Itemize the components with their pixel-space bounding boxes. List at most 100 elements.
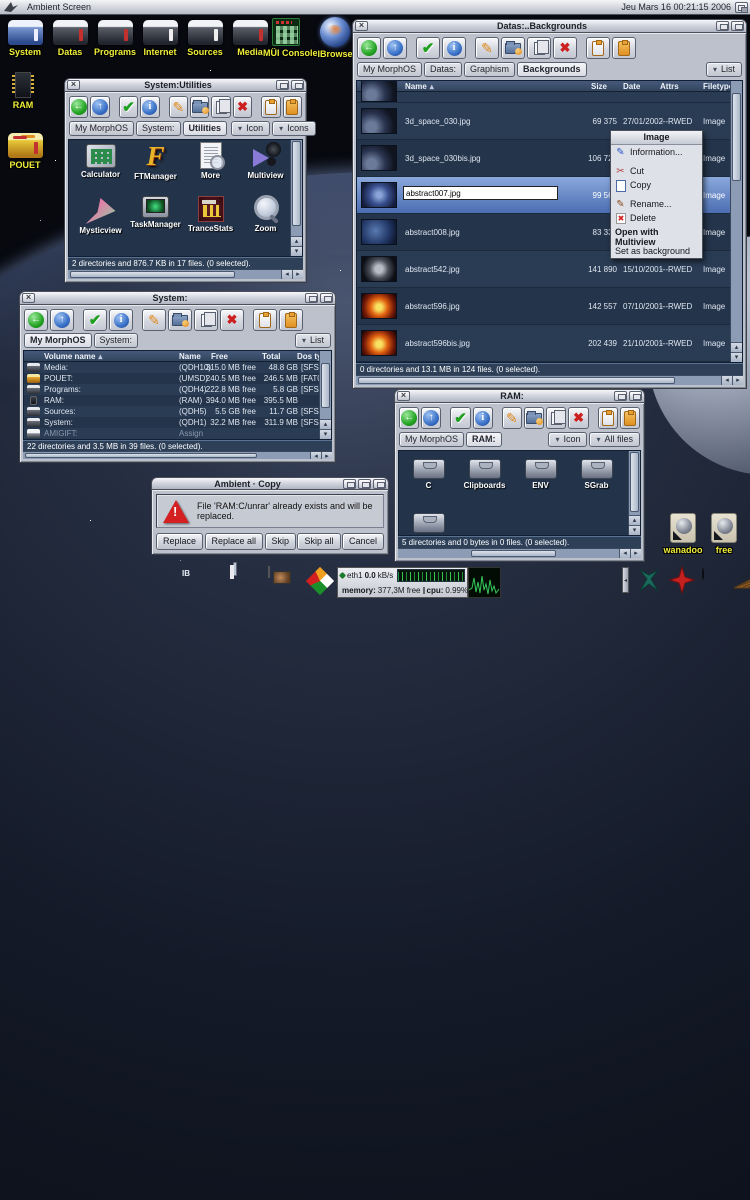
info-button[interactable] (442, 37, 466, 59)
desktop-icon-free[interactable]: free (701, 513, 747, 555)
delete-button[interactable] (568, 407, 589, 429)
select-button[interactable] (118, 96, 139, 118)
rename-button[interactable] (501, 407, 523, 429)
skip-button[interactable]: Skip (264, 533, 297, 550)
table-row[interactable]: abstract596bis.jpg 202 439 21/10/2001 ---RW… (357, 325, 742, 362)
iconify-button[interactable] (716, 21, 729, 31)
desktop-icon-wanadoo[interactable]: wanadoo (660, 513, 706, 555)
path-root[interactable]: My MorphOS (357, 62, 423, 77)
path-volume[interactable]: Datas: (424, 62, 463, 77)
back-button[interactable] (24, 309, 48, 331)
menu-item-cut[interactable]: Cut (611, 164, 702, 178)
quake-dock-icon[interactable] (636, 566, 662, 594)
iconify-button[interactable] (358, 478, 371, 489)
vertical-scrollbar[interactable] (730, 81, 742, 362)
file-icon-calculator[interactable]: Calculator (73, 144, 128, 179)
info-button[interactable] (140, 96, 160, 118)
clipboard-paste-button[interactable] (279, 309, 303, 331)
ibrowse-dock-icon[interactable] (192, 567, 222, 597)
up-button[interactable] (383, 37, 407, 59)
desktop-icon-internet[interactable]: Internet (137, 20, 183, 57)
column-total[interactable]: Total (262, 352, 281, 361)
iconify-button[interactable] (305, 293, 318, 303)
path-current[interactable]: Utilities (182, 121, 228, 136)
menu-item-information[interactable]: Information... (611, 145, 702, 159)
column-filetype[interactable]: Filetype (703, 82, 733, 91)
titlebar[interactable]: System:Utilities (64, 78, 307, 92)
select-button[interactable] (450, 407, 471, 429)
iconify-button[interactable] (276, 80, 289, 90)
pictures-dock-icon[interactable] (230, 565, 260, 597)
titlebar[interactable]: Ambient · Copy (151, 477, 389, 490)
column-name[interactable]: Name (405, 82, 434, 91)
up-button[interactable] (421, 407, 442, 429)
table-row-partial[interactable] (357, 81, 742, 103)
folder-icon-sgrab[interactable]: SGrab (569, 459, 624, 490)
file-icon-multiview[interactable]: Multiview (238, 142, 293, 180)
folder-icon-clipboards[interactable]: Clipboards (457, 459, 512, 490)
horizontal-scrollbar[interactable] (356, 375, 743, 385)
dock-collapse-handle[interactable] (622, 567, 629, 593)
file-icon-ftmanager[interactable]: F FTManager (128, 142, 183, 181)
clipboard-copy-button[interactable] (253, 309, 277, 331)
view-mode-dropdown[interactable]: List (705, 62, 742, 77)
view-mode-dropdown[interactable]: List (294, 333, 331, 348)
horizontal-scrollbar[interactable] (398, 548, 641, 558)
filter-dropdown[interactable]: All files (589, 432, 640, 447)
column-date[interactable]: Date (623, 82, 640, 91)
path-current[interactable]: Backgrounds (517, 62, 587, 77)
iconify-button[interactable] (614, 391, 627, 401)
rename-button[interactable] (168, 96, 189, 118)
copy-button[interactable] (527, 37, 551, 59)
clipboard-copy-button[interactable] (597, 407, 618, 429)
menu-item-rename[interactable]: Rename... (611, 197, 702, 211)
path-root[interactable]: My MorphOS (399, 432, 465, 447)
file-icon-trancestats[interactable]: TranceStats (183, 196, 238, 233)
vertical-scrollbar[interactable] (290, 140, 302, 256)
path-root[interactable]: My MorphOS (24, 333, 92, 348)
file-icon-mysticview[interactable]: Mysticview (73, 198, 128, 235)
back-button[interactable] (357, 37, 381, 59)
icon-mode-dropdown[interactable]: Icon (231, 121, 271, 136)
new-drawer-button[interactable] (524, 407, 545, 429)
zoom-button[interactable] (343, 478, 356, 489)
horizontal-scrollbar[interactable] (68, 269, 303, 279)
desktop-icon-datas[interactable]: Datas (47, 20, 93, 57)
select-button[interactable] (83, 309, 107, 331)
close-button[interactable] (22, 292, 35, 303)
volume-row[interactable]: AMIGIFT: Assign (24, 428, 331, 439)
menu-item-set-as-background[interactable]: Set as background (611, 244, 702, 258)
path-graphism[interactable]: Graphism (464, 62, 516, 77)
depth-button[interactable] (629, 391, 642, 401)
up-button[interactable] (90, 96, 110, 118)
clipboard-copy-button[interactable] (261, 96, 281, 118)
column-volume-name[interactable]: Volume name (44, 352, 102, 361)
delete-button[interactable] (220, 309, 244, 331)
volume-row[interactable]: Programs: (QDH4) 222.8 MB free 5.8 GB [SFS0] (24, 384, 331, 395)
skip-all-button[interactable]: Skip all (297, 533, 341, 550)
info-button[interactable] (472, 407, 493, 429)
select-button[interactable] (416, 37, 440, 59)
screen-menubar[interactable]: Ambient Screen Jeu Mars 16 00:21:15 2006 (0, 0, 750, 15)
close-button[interactable] (67, 79, 80, 90)
clipboard-paste-button[interactable] (612, 37, 636, 59)
rename-input[interactable] (403, 186, 558, 200)
rename-button[interactable] (475, 37, 499, 59)
volume-row[interactable]: RAM: (RAM) 394.0 MB free 395.5 MB (24, 395, 331, 406)
up-button[interactable] (50, 309, 74, 331)
copy-button[interactable] (194, 309, 218, 331)
delete-button[interactable] (553, 37, 577, 59)
copy-button[interactable] (211, 96, 231, 118)
file-icon-taskmanager[interactable]: TaskManager (128, 196, 183, 229)
desktop-icon-ram[interactable]: RAM (0, 72, 46, 110)
copy-button[interactable] (546, 407, 567, 429)
clipboard-paste-button[interactable] (282, 96, 303, 118)
column-size[interactable]: Size (591, 82, 607, 91)
path-volume[interactable]: System: (93, 333, 139, 348)
cancel-button[interactable]: Cancel (341, 533, 384, 550)
list-header[interactable]: Name Size Date Attrs Filetype (357, 81, 742, 92)
path-root[interactable]: My MorphOS (69, 121, 135, 136)
file-icon-more[interactable]: More (183, 142, 238, 180)
new-drawer-button[interactable] (501, 37, 525, 59)
mediaplayer-dock-icon[interactable] (306, 567, 336, 597)
